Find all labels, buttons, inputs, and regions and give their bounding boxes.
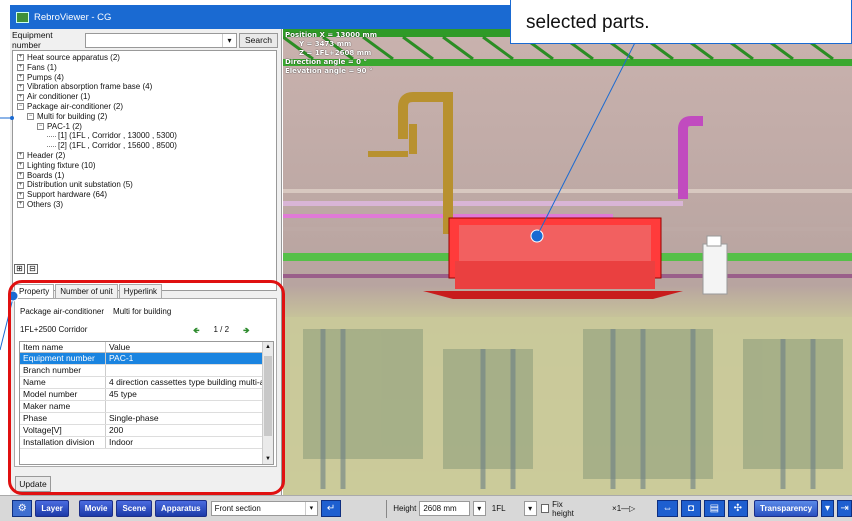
tree-node[interactable]: + Distribution unit substation (5) bbox=[13, 180, 276, 190]
tree-node[interactable]: [2] (1FL , Corridor , 15600 , 8500) bbox=[13, 141, 276, 151]
title-bar: RebroViewer - CG bbox=[10, 5, 282, 29]
collapse-icon[interactable]: − bbox=[37, 122, 44, 130]
search-button[interactable]: Search bbox=[239, 32, 278, 48]
transparency-button[interactable]: Transparency bbox=[754, 500, 819, 517]
tree-node[interactable]: + Air conditioner (1) bbox=[13, 92, 276, 102]
tree-node-label: Lighting fixture (10) bbox=[27, 160, 96, 170]
selection-highlight-frame bbox=[8, 280, 285, 495]
tree-connector bbox=[47, 135, 56, 137]
chevron-down-icon[interactable]: ▾ bbox=[222, 33, 236, 47]
tree-node-label: Support hardware (64) bbox=[27, 190, 108, 200]
tree-node-label: Boards (1) bbox=[27, 170, 65, 180]
tree-node-label: Fans (1) bbox=[27, 62, 57, 72]
scale-text: ×1 bbox=[612, 504, 622, 513]
floor-dropdown-icon[interactable]: ▾ bbox=[523, 501, 537, 516]
tree-node-label: Multi for building (2) bbox=[37, 111, 108, 121]
app-window: RebroViewer - CG Equipment number ▾ Sear… bbox=[0, 0, 852, 521]
rotate-icon[interactable]: ✣ bbox=[727, 500, 748, 517]
tree-connector bbox=[47, 145, 56, 147]
search-row: Equipment number ▾ Search bbox=[12, 30, 278, 50]
tree-node-label: Vibration absorption frame base (4) bbox=[27, 82, 153, 92]
tree-node-label: Air conditioner (1) bbox=[27, 92, 91, 102]
section-select[interactable]: Front section ▾ bbox=[210, 501, 318, 516]
position-x: Position X = 13000 mm bbox=[285, 31, 377, 39]
height-input[interactable]: 2608 mm bbox=[419, 501, 470, 516]
height-label: Height bbox=[393, 504, 417, 513]
tree-node[interactable]: − PAC-1 (2) bbox=[13, 122, 276, 132]
callout-box: selected parts. bbox=[510, 0, 852, 44]
tree-node-label: PAC-1 (2) bbox=[47, 121, 82, 131]
tree-node[interactable]: − Multi for building (2) bbox=[13, 112, 276, 122]
tree-node[interactable]: + Pumps (4) bbox=[13, 73, 276, 83]
tree-node[interactable]: + Boards (1) bbox=[13, 171, 276, 181]
print-icon[interactable]: ▤ bbox=[704, 500, 725, 517]
position-readout: Position X = 13000 mm Y = 3473 mm Z = 1F… bbox=[285, 31, 377, 76]
tree-node[interactable]: + Others (3) bbox=[13, 200, 276, 210]
tree-node-label: [1] (1FL , Corridor , 13000 , 5300) bbox=[58, 131, 177, 141]
tree-node-label: [2] (1FL , Corridor , 15600 , 8500) bbox=[58, 141, 177, 151]
scene-render bbox=[283, 29, 852, 495]
floor-label: 1FL bbox=[491, 504, 506, 513]
scale-indicator[interactable]: ×1―▷ bbox=[612, 504, 635, 513]
position-z: Z = 1FL+2608 mm bbox=[299, 49, 372, 57]
tree-node[interactable]: [1] (1FL , Corridor , 13000 , 5300) bbox=[13, 131, 276, 141]
position-y: Y = 3473 mm bbox=[299, 40, 352, 48]
tree-node-label: Pumps (4) bbox=[27, 72, 64, 82]
tree-node-label: Others (3) bbox=[27, 199, 64, 209]
tree-node-label: Distribution unit substation (5) bbox=[27, 180, 133, 190]
tree-node[interactable]: + Heat source apparatus (2) bbox=[13, 53, 276, 63]
movie-button[interactable]: Movie bbox=[78, 500, 114, 517]
tree-node[interactable]: + Lighting fixture (10) bbox=[13, 161, 276, 171]
tree-node-label: Package air-conditioner (2) bbox=[27, 101, 124, 111]
transparency-menu-icon[interactable]: ▾ bbox=[821, 500, 835, 517]
3d-viewport[interactable]: Position X = 13000 mm Y = 3473 mm Z = 1F… bbox=[283, 29, 852, 495]
tree-node[interactable]: + Header (2) bbox=[13, 151, 276, 161]
window-title: RebroViewer - CG bbox=[34, 11, 112, 23]
direction-angle: Direction angle = 0 ° bbox=[285, 58, 367, 66]
tree-node-label: Header (2) bbox=[27, 150, 66, 160]
layer-button[interactable]: Layer bbox=[35, 500, 69, 517]
fix-height-label: Fix height bbox=[552, 499, 574, 518]
apparatus-button[interactable]: Apparatus bbox=[155, 500, 207, 517]
separator bbox=[386, 499, 388, 518]
chevron-down-icon[interactable]: ▾ bbox=[472, 501, 486, 516]
tree-node-label: Heat source apparatus (2) bbox=[27, 53, 120, 62]
bottom-toolbar: ⚙ Layer Movie Scene Apparatus Front sect… bbox=[0, 495, 852, 521]
camera-icon[interactable]: ◘ bbox=[680, 500, 702, 517]
tree-node[interactable]: + Fans (1) bbox=[13, 63, 276, 73]
equipment-tree[interactable]: + Heat source apparatus (2) + Fans (1) + Pump… bbox=[12, 50, 277, 291]
tree-node[interactable]: + Vibration absorption frame base (4) bbox=[13, 82, 276, 92]
elevation-angle: Elevation angle = 90 ° bbox=[285, 67, 373, 75]
equipment-number-combo[interactable]: ▾ bbox=[85, 32, 237, 48]
enter-icon[interactable]: ↵ bbox=[320, 500, 342, 517]
fix-height-checkbox[interactable] bbox=[540, 504, 550, 513]
settings-icon[interactable]: ⚙ bbox=[12, 500, 33, 517]
pin-icon[interactable]: ⇥ bbox=[837, 500, 852, 517]
section-value: Front section bbox=[214, 504, 261, 513]
scene-button[interactable]: Scene bbox=[116, 500, 153, 517]
chevron-down-icon[interactable]: ▾ bbox=[304, 502, 317, 515]
tree-node[interactable]: + Support hardware (64) bbox=[13, 190, 276, 200]
tree-node[interactable]: − Package air-conditioner (2) bbox=[13, 102, 276, 112]
fit-width-icon[interactable]: ⇔ bbox=[657, 500, 678, 517]
